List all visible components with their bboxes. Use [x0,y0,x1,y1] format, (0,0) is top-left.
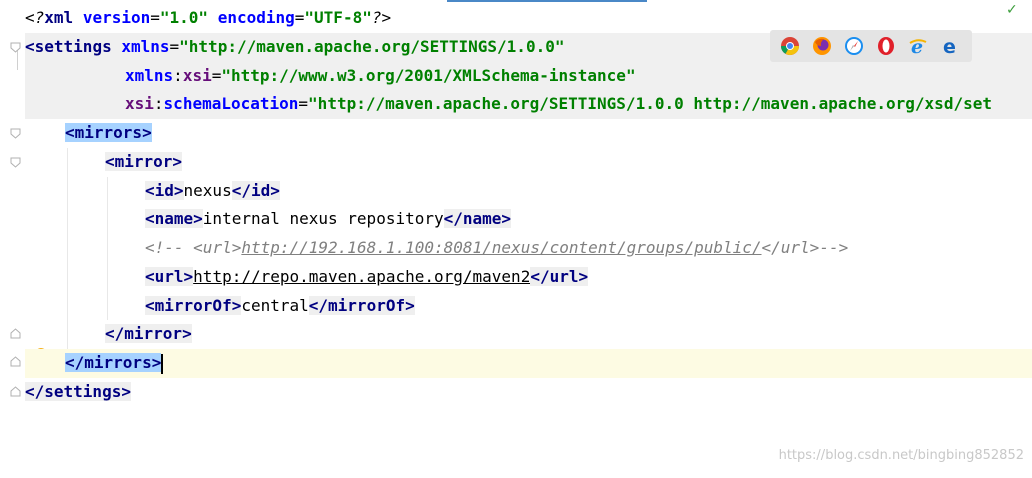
code-line-14: </settings> [25,378,1032,407]
indent-guide [67,176,68,206]
comment-url-open: <url> [193,238,242,257]
eq: = [298,94,309,114]
tag-id-open: <id> [145,180,184,200]
eq: = [294,8,305,27]
name-value: internal nexus repository [202,209,444,229]
watermark: https://blog.csdn.net/bingbing852852 [778,448,1024,463]
comment-line: <!-- <url>http://192.168.1.100:8081/nexu… [145,238,848,257]
indent-guide [107,176,108,206]
code-line-10: <url>http://repo.maven.apache.org/maven2… [25,262,1032,292]
internet-explorer-icon[interactable]: e [908,36,928,58]
tag-mirror-open: <mirror> [105,151,183,171]
svg-text:e: e [943,36,956,56]
firefox-icon[interactable] [812,36,832,56]
indent-guide [67,291,68,321]
tag-id-close: </id> [231,180,280,200]
attr-xmlns: xmlns [121,36,170,56]
colon: : [173,65,183,85]
indent-guide [67,147,68,177]
indent-guide [67,262,68,292]
code-line-12: </mirror> [25,320,1032,349]
indent-guide [107,205,108,234]
attr-encoding: encoding [217,8,295,27]
fold-mirror-icon[interactable] [10,157,21,168]
edge-icon[interactable]: e [940,36,960,58]
code-line-1: <?xml version="1.0" encoding="UTF-8"?> [25,4,1032,33]
comment-start: <!-- [145,238,194,257]
tag-name-open: <name> [145,209,203,229]
fold-mirror-end-icon[interactable] [10,328,21,339]
browser-preview-toolbar: e e [770,30,972,62]
colon: : [153,94,164,114]
attr-schemaLocation: schemaLocation [163,94,299,114]
fold-settings-end-icon[interactable] [10,386,21,397]
tag-name-close: </name> [443,209,512,229]
svg-text:e: e [911,36,923,56]
eq: = [150,8,160,27]
comment-url-link[interactable]: http://192.168.1.100:8081/nexus/content/… [241,238,761,257]
attr-version: version [82,8,151,27]
safari-icon[interactable] [844,36,864,56]
tag-mirrors-close: </mirrors> [65,353,162,372]
val-xmlns: "http://maven.apache.org/SETTINGS/1.0.0" [179,36,565,56]
indent-guide [67,205,68,234]
tag-mirror-close: </mirror> [105,324,192,344]
attr-xsi: xsi [182,65,212,85]
val-schemaLocation: "http://maven.apache.org/SETTINGS/1.0.0 … [308,94,992,114]
indent-guide [67,234,68,263]
text-caret [161,353,164,374]
val-encoding: "UTF-8" [304,8,372,27]
eq: = [211,65,222,85]
code-line-5: <mirrors> [25,119,1032,148]
tag-url-open: <url> [145,266,194,286]
val-version: "1.0" [159,8,209,27]
chrome-icon[interactable] [780,36,800,56]
indent-guide [107,234,108,263]
tag-mirrorOf-open: <mirrorOf> [145,295,242,315]
code-line-11: <mirrorOf>central</mirrorOf> [25,291,1032,321]
editor-gutter [0,0,24,478]
pi-open: <? [25,8,45,27]
comment-url-close: </url> [761,238,820,257]
opera-icon[interactable] [876,36,896,56]
eq: = [169,36,180,56]
url-link[interactable]: http://repo.maven.apache.org/maven2 [193,267,530,286]
comment-end: --> [819,238,849,257]
code-line-3: xmlns:xsi="http://www.w3.org/2001/XMLSch… [25,61,1032,91]
pi-close: ?> [371,8,392,27]
tag-settings-close: </settings> [25,381,131,401]
tag-mirrorOf-close: </mirrorOf> [308,295,415,315]
id-value: nexus [183,180,232,200]
indent-guide [107,291,108,321]
code-line-6: <mirror> [25,147,1032,177]
code-line-7: <id>nexus</id> [25,176,1032,206]
code-line-8: <name>internal nexus repository</name> [25,205,1032,234]
tag-mirrors-open: <mirrors> [65,123,152,142]
val-xsi: "http://www.w3.org/2001/XMLSchema-instan… [221,65,636,85]
code-editor[interactable]: <?xml version="1.0" encoding="UTF-8"?> <… [25,4,1032,407]
indent-guide [107,262,108,292]
indent-guide [67,320,68,349]
tag-settings: settings [34,36,112,56]
code-line-9: <!-- <url>http://192.168.1.100:8081/nexu… [25,234,1032,263]
active-tab-indicator [447,0,647,2]
tag-url-close: </url> [530,266,589,286]
fold-mirrors-end-icon[interactable] [10,356,21,367]
attr-ns-xsi: xsi [125,94,154,114]
code-line-4: xsi:schemaLocation="http://maven.apache.… [25,90,1032,119]
pi-name: xml [44,8,74,27]
attr-ns-xmlns: xmlns [125,65,174,85]
code-line-13: </mirrors> [25,349,1032,378]
fold-mirrors-icon[interactable] [10,128,21,139]
lt: < [25,36,35,56]
mirrorOf-value: central [241,295,309,315]
fold-settings-icon[interactable] [10,42,21,53]
